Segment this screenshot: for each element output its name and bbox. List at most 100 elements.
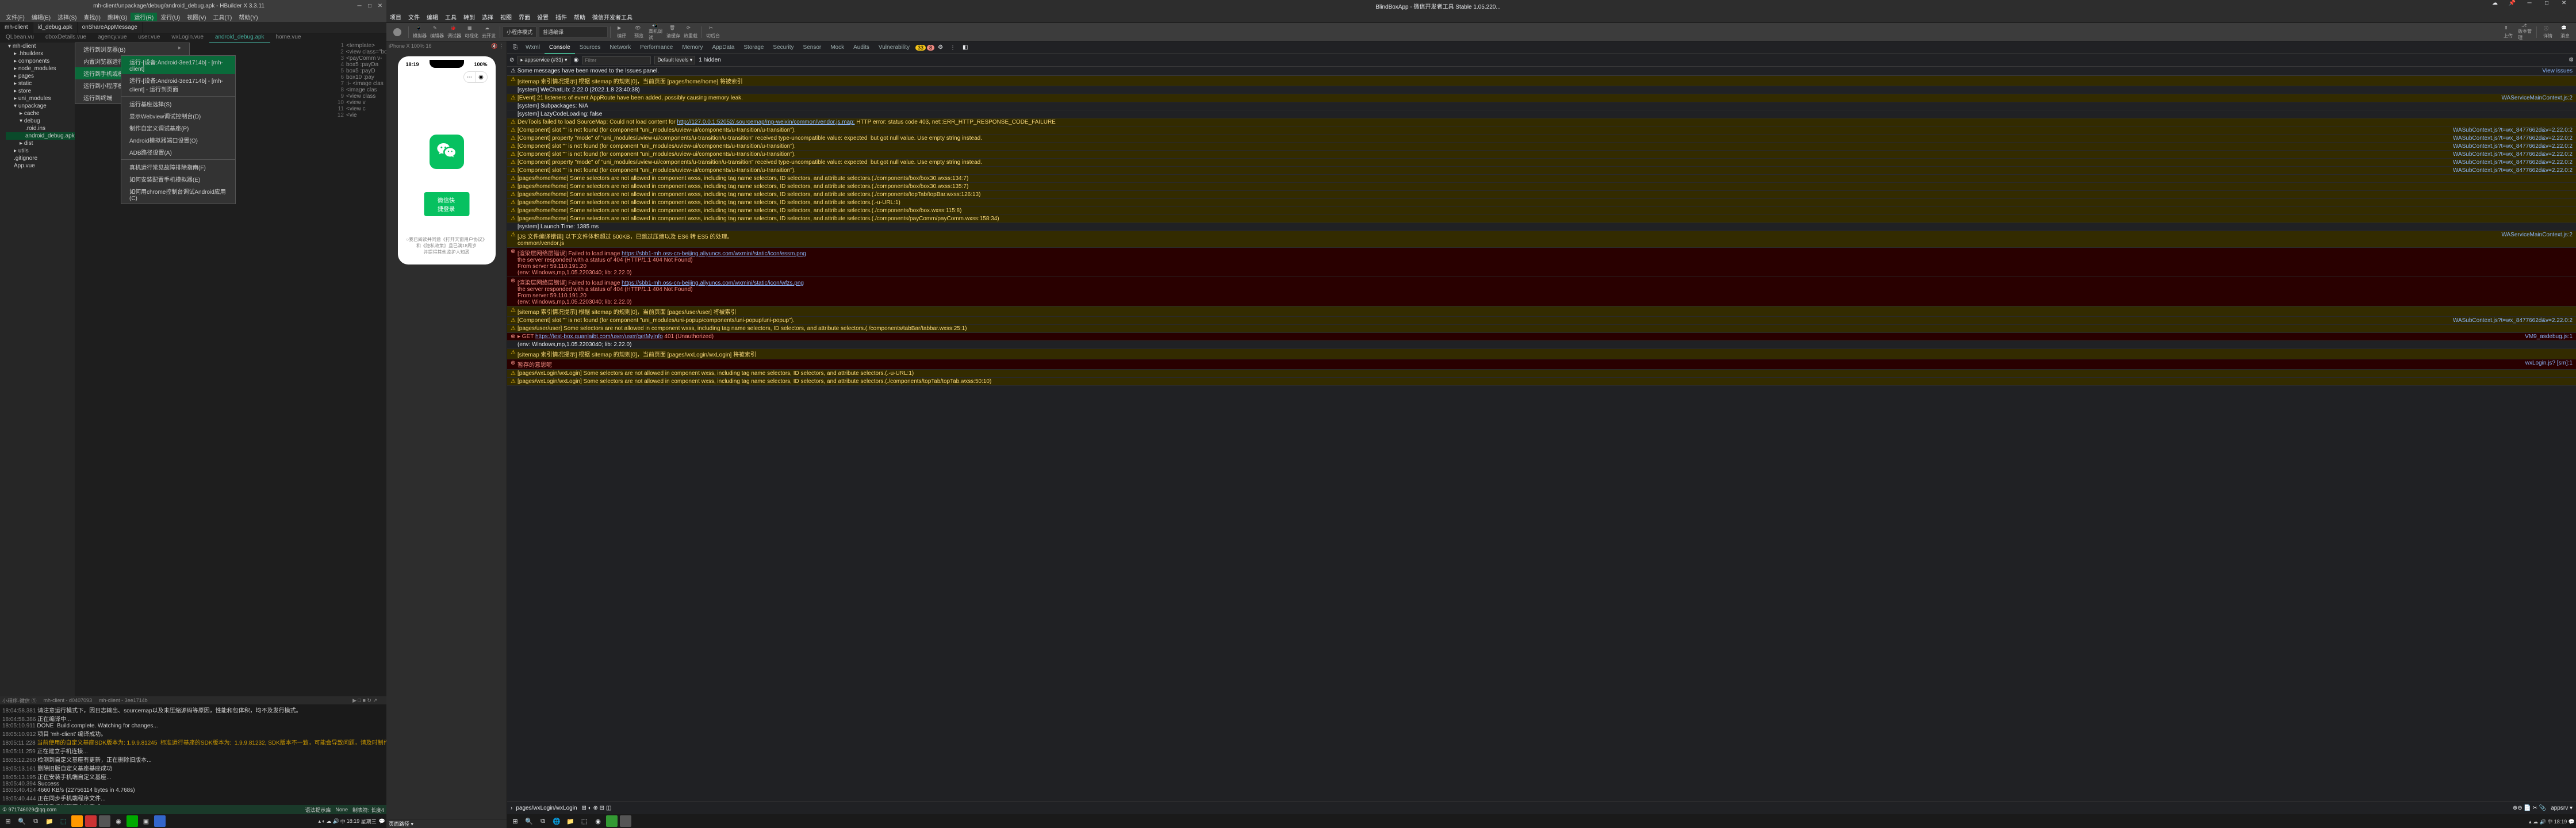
compile-mode-select[interactable]: 小程序模式	[503, 26, 536, 37]
console-row[interactable]: [渲染层网络层错误] Failed to load image https://…	[507, 277, 2576, 306]
app-icon[interactable]	[154, 815, 166, 827]
syntax-lib[interactable]: 语法提示库	[305, 806, 331, 814]
console-row[interactable]: [Component] slot "" is not found (for co…	[507, 317, 2576, 325]
console-row[interactable]: [system] LazyCodeLoading: false	[507, 110, 2576, 118]
editor-toggle[interactable]: ✎编辑器	[430, 25, 444, 39]
view-issues-link[interactable]: View issues	[2542, 68, 2573, 74]
folder-item[interactable]: utils	[6, 147, 75, 155]
console-row[interactable]: [pages/home/home] Some selectors are not…	[507, 191, 2576, 199]
file-explorer[interactable]: mh-client .hbuilderxcomponentsnode_modul…	[0, 43, 75, 696]
console-row[interactable]: [sitemap 索引情况提示] 根据 sitemap 的规则[0]，当前页面 …	[507, 306, 2576, 317]
editor-tab[interactable]: home.vue	[270, 33, 307, 43]
app-icon[interactable]	[71, 815, 83, 827]
menu-find[interactable]: 查找(I)	[80, 13, 103, 21]
context-select[interactable]: ▸ appservice (#31) ▾	[518, 56, 570, 64]
user-info[interactable]: ① 971746029@qq.com	[2, 807, 56, 813]
appsrv-select[interactable]: appsrv ▾	[2551, 805, 2573, 811]
inspect-icon[interactable]: ⎘	[509, 44, 521, 51]
console-output[interactable]: [sitemap 索引情况提示] 根据 sitemap 的规则[0]，当前页面 …	[507, 76, 2576, 802]
devtools-tab[interactable]: Console	[545, 42, 575, 54]
user-avatar[interactable]	[390, 25, 405, 39]
console-row[interactable]: [system] Subpackages: N/A	[507, 102, 2576, 110]
console-row[interactable]: [JS 文件编译错误] 以下文件体积超过 500KB，已跳过压缩以及 ES6 转…	[507, 231, 2576, 248]
visual-toggle[interactable]: ▦可视化	[464, 25, 479, 39]
menu-goto[interactable]: 跳转(G)	[104, 13, 131, 21]
menu-select[interactable]: 选择(S)	[54, 13, 80, 21]
menu-item[interactable]: 视图	[497, 13, 515, 21]
devtools-tab[interactable]: Storage	[739, 42, 768, 53]
folder-item[interactable]: debug	[6, 117, 75, 125]
console-row[interactable]: [Component] slot "" is not found (for co…	[507, 151, 2576, 159]
cloud-toggle[interactable]: ☁云开发	[481, 25, 496, 39]
console-row[interactable]: [渲染层网络层错误] Failed to load image https://…	[507, 248, 2576, 277]
version-button[interactable]: ⎇版本管理	[2518, 25, 2533, 39]
devtools-tab[interactable]: Wxml	[521, 42, 545, 53]
system-tray[interactable]: ▴ ☁ 🔊 中 18:19 💬	[2529, 818, 2575, 825]
submenu-item[interactable]: 显示Webview调试控制台(D)	[121, 110, 235, 122]
console-row[interactable]: ▸ GET https://test-box.quanlaibt.com/use…	[507, 333, 2576, 341]
file-item[interactable]: App.vue	[6, 162, 75, 170]
app-icon[interactable]	[620, 815, 631, 827]
submenu-item[interactable]: 运行-[设备:Android-3ee1714b] - [mh-client]	[121, 56, 235, 74]
devtools-tab[interactable]: Vulnerability	[874, 42, 914, 53]
app-icon[interactable]: ⬚	[578, 815, 590, 827]
submenu-item[interactable]: Android模拟器端口设置(O)	[121, 134, 235, 146]
clear-cache-button[interactable]: 🗑清缓存	[666, 25, 681, 39]
edge-icon[interactable]: 🌐	[551, 815, 562, 827]
settings-icon[interactable]: ⚙	[934, 44, 946, 51]
console-row[interactable]: [pages/home/home] Some selectors are not…	[507, 175, 2576, 183]
app-icon[interactable]	[99, 815, 110, 827]
minimize-button[interactable]: ─	[355, 2, 363, 10]
menu-item[interactable]: 编辑	[423, 13, 442, 21]
editor-tab-active[interactable]: android_debug.apk	[209, 33, 270, 43]
console-row[interactable]: [pages/home/home] Some selectors are not…	[507, 215, 2576, 223]
console-row[interactable]: [pages/wxLogin/wxLogin] Some selectors a…	[507, 370, 2576, 378]
clear-console-icon[interactable]: ⊘	[509, 57, 514, 63]
preview-button[interactable]: 👁预览	[631, 25, 646, 39]
console-row[interactable]: [system] WeChatLib: 2.22.0 (2022.1.8 23:…	[507, 86, 2576, 94]
devtools-tab[interactable]: Network	[605, 42, 635, 53]
maximize-button[interactable]: □	[2538, 0, 2555, 12]
levels-select[interactable]: Default levels ▾	[654, 56, 695, 64]
upload-button[interactable]: ⬆上传	[2501, 25, 2516, 39]
file-tab[interactable]: id_debug.apk	[33, 22, 78, 33]
editor-tab[interactable]: QLbean.vu	[0, 33, 40, 43]
phone-frame[interactable]: 18:19 100% ⋯ ◉ 微信快捷登录 ○我已阅读并同意《打开天窗用户协议	[398, 56, 496, 264]
devtools-tab[interactable]: Sources	[575, 42, 605, 53]
close-button[interactable]: ✕	[376, 2, 384, 10]
console-row[interactable]: [sitemap 索引情况提示] 根据 sitemap 的规则[0]，当前页面 …	[507, 349, 2576, 359]
capsule[interactable]: ⋯ ◉	[463, 71, 488, 83]
wechat-login-button[interactable]: 微信快捷登录	[424, 192, 469, 216]
console-row[interactable]: [Event] 21 listeners of event AppRoute h…	[507, 94, 2576, 102]
start-icon[interactable]: ⊞	[509, 815, 521, 827]
submenu-item[interactable]: 运行-[设备:Android-3ee1714b] - [mh-client] -…	[121, 74, 235, 95]
play-icon[interactable]: ▶ □ ■ ↻ ↗	[352, 697, 377, 704]
menu-item[interactable]: 插件	[552, 13, 570, 21]
func-tab[interactable]: onShareAppMessage	[78, 22, 143, 33]
devtools-tab[interactable]: Memory	[677, 42, 707, 53]
close-button[interactable]: ✕	[2555, 0, 2573, 12]
console-row[interactable]: [pages/home/home] Some selectors are not…	[507, 183, 2576, 191]
console-row[interactable]: [Component] slot "" is not found (for co…	[507, 167, 2576, 175]
menu-item[interactable]: 选择	[478, 13, 497, 21]
menu-item[interactable]: 设置	[534, 13, 552, 21]
console-row[interactable]: [Component] slot "" is not found (for co…	[507, 143, 2576, 151]
menu-item[interactable]: 文件	[405, 13, 423, 21]
background-button[interactable]: ✂切后台	[706, 25, 720, 39]
devtools-tab[interactable]: AppData	[707, 42, 739, 53]
console-row[interactable]: [pages/user/user] Some selectors are not…	[507, 325, 2576, 333]
explorer-icon[interactable]: 📁	[565, 815, 576, 827]
folder-item[interactable]: unpackage	[6, 102, 75, 110]
capsule-close-icon[interactable]: ◉	[476, 72, 487, 82]
menu-item[interactable]: 界面	[515, 13, 534, 21]
chrome-icon[interactable]: ◉	[113, 815, 124, 827]
file-item[interactable]: android_debug.apk	[6, 132, 75, 140]
menu-item[interactable]: 工具	[442, 13, 460, 21]
more-icon[interactable]: ⋮	[946, 44, 959, 51]
chrome-icon[interactable]: ◉	[592, 815, 604, 827]
folder-item[interactable]: dist	[6, 140, 75, 147]
console-row[interactable]: [pages/wxLogin/wxLogin] Some selectors a…	[507, 378, 2576, 386]
submenu-item[interactable]: 如何安装配置手机模拟器(E)	[121, 173, 235, 185]
system-tray[interactable]: ▴ ◐ ☁ 🔊 中 18:19 星期三 💬	[319, 818, 385, 825]
menu-file[interactable]: 文件(F)	[2, 13, 28, 21]
